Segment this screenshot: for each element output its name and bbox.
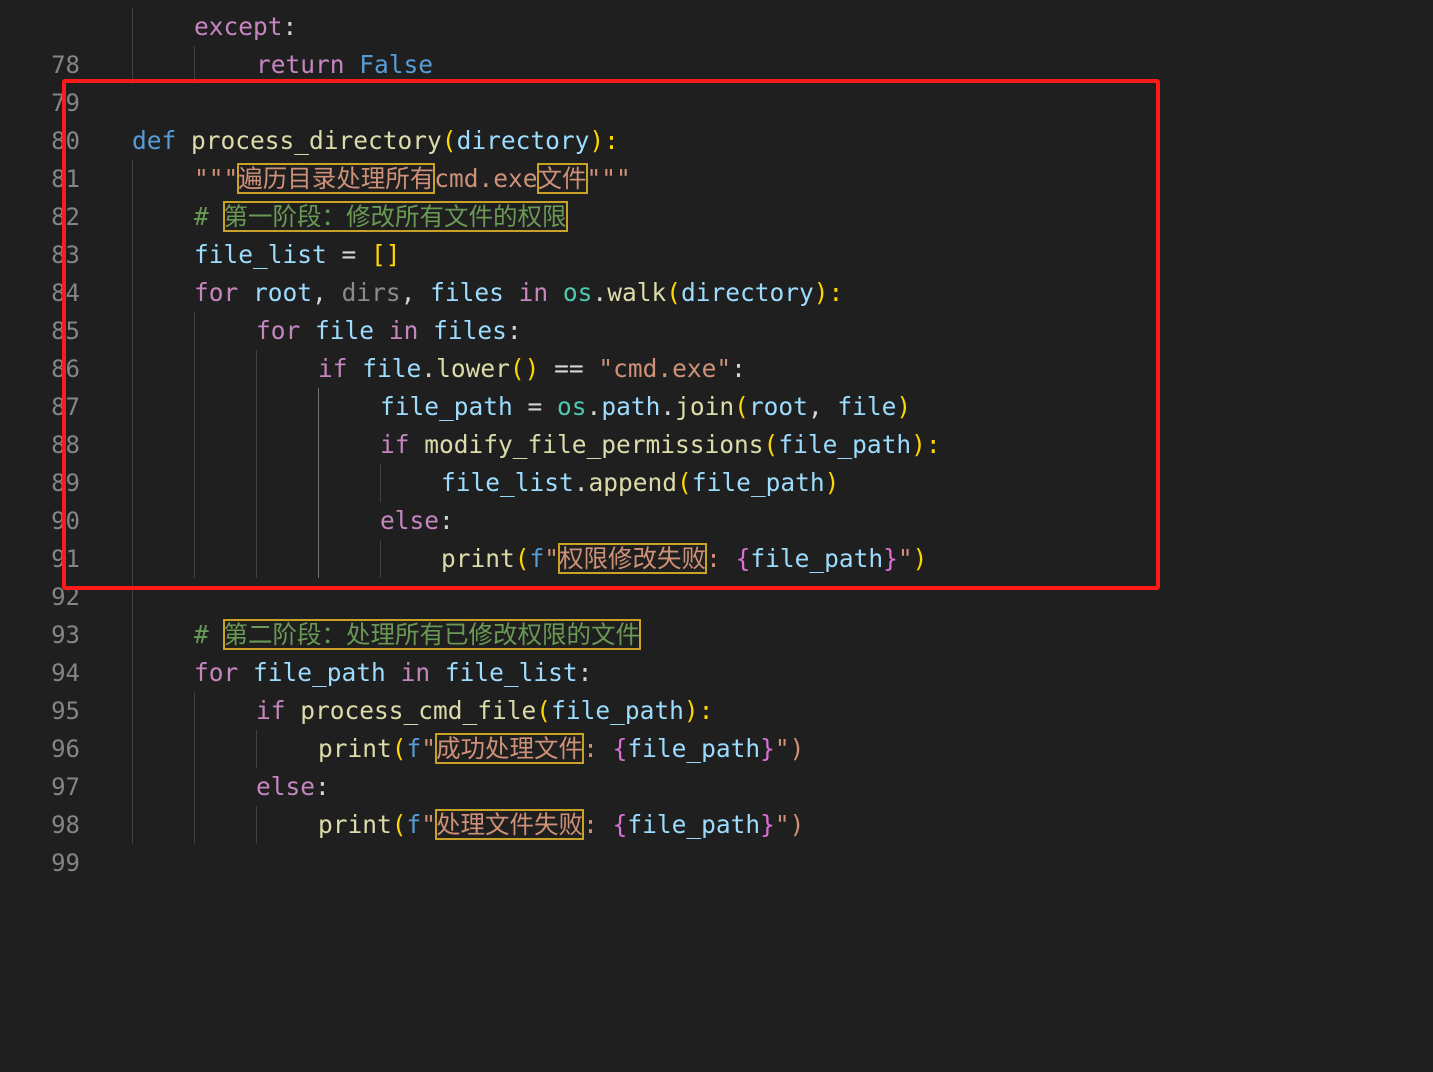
code-line[interactable]: 79 return False [0,46,1433,117]
indent-guide [132,312,133,350]
indent-guide [132,540,133,578]
indent-guide [256,540,257,578]
indent-guide [132,8,133,46]
indent-guide [132,426,133,464]
line-content: print(f"成功处理文件: {file_path}") [318,733,805,764]
code-line[interactable]: 93 [0,578,1433,649]
indent-guide [194,46,195,84]
indent-guide [194,692,195,730]
indent-guide [380,464,381,502]
indent-guide [132,806,133,844]
indent-guide [132,46,133,84]
find-match: 遍历目录处理所有 [237,163,436,194]
indent-guide [132,578,133,616]
code-line[interactable]: 89 if modify_file_permissions(file_path)… [0,426,1433,497]
code-line[interactable]: 98 else: [0,768,1433,839]
indent-guide [256,350,257,388]
code-line[interactable]: 96 if process_cmd_file(file_path): [0,692,1433,763]
line-content: if file.lower() == "cmd.exe": [318,354,746,383]
indent-guide [132,198,133,236]
code-line[interactable]: 95 for file_path in file_list: [0,654,1433,725]
line-content: file_list.append(file_path) [441,468,840,497]
indent-guide [194,502,195,540]
code-line[interactable]: 90 file_list.append(file_path) [0,464,1433,535]
indent-guide [194,312,195,350]
indent-guide [256,388,257,426]
line-content: for file in files: [256,316,522,345]
indent-guide [256,426,257,464]
code-line[interactable]: 85 for root, dirs, files in os.walk(dire… [0,274,1433,345]
indent-guide [256,502,257,540]
indent-guide [318,426,319,464]
find-match: 文件 [536,163,588,194]
line-content: print(f"权限修改失败: {file_path}") [441,543,928,574]
indent-guide [132,730,133,768]
line-content: return False [256,50,434,79]
line-content: # 第一阶段：修改所有文件的权限 [194,201,568,232]
indent-guide [194,388,195,426]
indent-guide [132,236,133,274]
indent-guide [194,426,195,464]
indent-guide [256,730,257,768]
find-match: 第二阶段：处理所有已修改权限的文件 [222,619,642,650]
indent-guide [256,806,257,844]
find-match: 权限修改失败 [558,543,708,574]
code-line[interactable]: 82 """遍历目录处理所有cmd.exe文件""" [0,160,1433,231]
indent-guide [194,806,195,844]
line-content: for file_path in file_list: [194,658,593,687]
indent-guide [318,540,319,578]
code-line[interactable]: 99 print(f"处理文件失败: {file_path}") [0,806,1433,877]
indent-guide [318,502,319,540]
indent-guide [194,464,195,502]
indent-guide [318,388,319,426]
indent-guide [194,768,195,806]
find-match: 成功处理文件 [435,733,585,764]
line-content: if process_cmd_file(file_path): [256,696,714,725]
code-line[interactable]: 83 # 第一阶段：修改所有文件的权限 [0,198,1433,269]
indent-guide [194,350,195,388]
line-number: 99 [51,849,80,877]
indent-guide [194,730,195,768]
code-line[interactable]: 87 if file.lower() == "cmd.exe": [0,350,1433,421]
line-content: """遍历目录处理所有cmd.exe文件""" [194,163,631,194]
indent-guide [380,540,381,578]
indent-guide [132,654,133,692]
code-line[interactable]: 94 # 第二阶段：处理所有已修改权限的文件 [0,616,1433,687]
find-match: 处理文件失败 [435,809,585,840]
indent-guide [318,464,319,502]
code-line[interactable]: 78 except: [0,8,1433,79]
indent-guide [132,768,133,806]
code-line[interactable]: 97 print(f"成功处理文件: {file_path}") [0,730,1433,801]
line-content: if modify_file_permissions(file_path): [380,430,941,459]
indent-guide [194,540,195,578]
indent-guide [132,350,133,388]
line-content: for root, dirs, files in os.walk(directo… [194,278,844,307]
line-content: except: [194,12,298,41]
code-line[interactable]: 88 file_path = os.path.join(root, file) [0,388,1433,459]
code-line[interactable]: 81 def process_directory(directory): [0,122,1433,193]
code-line[interactable]: 80 [0,84,1433,155]
line-content: file_list = [] [194,240,401,269]
line-content: # 第二阶段：处理所有已修改权限的文件 [194,619,642,650]
indent-guide [132,692,133,730]
line-content: def process_directory(directory): [132,126,619,155]
indent-guide [132,502,133,540]
line-content: else: [256,772,330,801]
indent-guide [256,464,257,502]
line-content: print(f"处理文件失败: {file_path}") [318,809,805,840]
code-line[interactable]: 92 print(f"权限修改失败: {file_path}") [0,540,1433,611]
line-content: else: [380,506,454,535]
indent-guide [132,274,133,312]
code-line[interactable]: 86 for file in files: [0,312,1433,383]
line-content: file_path = os.path.join(root, file) [380,392,912,421]
code-line[interactable]: 91 else: [0,502,1433,573]
code-line[interactable]: 84 file_list = [] [0,236,1433,307]
code-editor[interactable]: 78 except: 79 return False 80 81 def pro… [0,0,1433,877]
indent-guide [132,464,133,502]
indent-guide [132,616,133,654]
find-match: 第一阶段：修改所有文件的权限 [222,201,568,232]
indent-guide [132,388,133,426]
indent-guide [132,160,133,198]
